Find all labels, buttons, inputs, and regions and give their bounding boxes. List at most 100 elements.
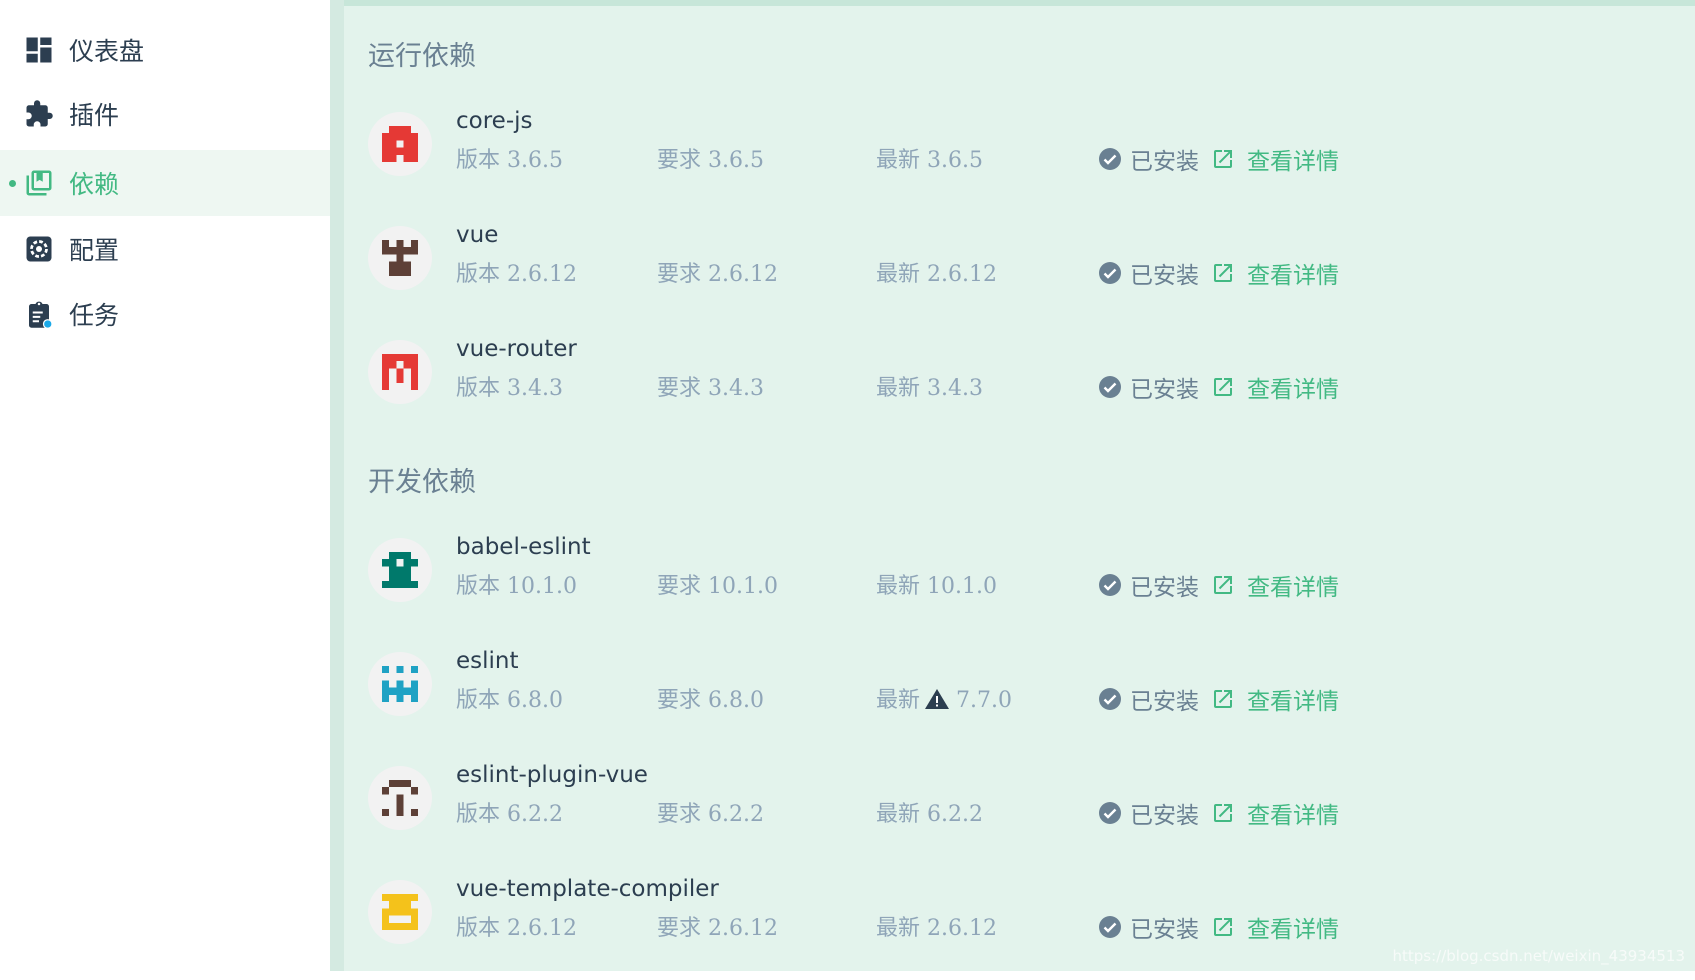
latest-version: 最新 2.6.12 [876,916,997,941]
check-circle-icon [1099,262,1121,284]
latest-version: 最新 10.1.0 [876,574,997,599]
package-avatar [368,538,432,602]
package-name: vue-router [456,336,577,362]
check-circle-icon [1099,148,1121,170]
view-details-link[interactable]: 查看详情 [1247,682,1339,716]
external-link-icon[interactable] [1211,147,1235,171]
dashboard-icon [26,37,52,63]
identicon-icon [382,666,418,702]
package-name: eslint-plugin-vue [456,762,648,788]
identicon-icon [382,126,418,162]
view-details-link[interactable]: 查看详情 [1247,568,1339,602]
package-avatar [368,226,432,290]
sidebar-item-config[interactable]: 配置 [0,216,330,282]
sidebar-item-label: 仪表盘 [69,37,145,66]
view-details-link[interactable]: 查看详情 [1247,910,1339,944]
check-circle-icon [1099,376,1121,398]
dependency-row-vue-template-compiler: vue-template-compiler 版本 2.6.12 要求 2.6.1… [344,876,1695,980]
check-circle-icon [1099,574,1121,596]
section-title-runtime: 运行依赖 [368,41,476,72]
latest-version: 最新 2.6.12 [876,262,997,287]
dependency-row-vue: vue 版本 2.6.12 要求 2.6.12 最新 2.6.12 已安装 查看… [344,222,1695,326]
watermark: https://blog.csdn.net/weixin_43934513 [1392,947,1685,965]
latest-version: 最新 7.7.0 [876,688,1012,713]
latest-version: 最新 3.4.3 [876,376,983,401]
identicon-icon [382,780,418,816]
required-version: 要求 6.2.2 [657,802,764,827]
package-name: core-js [456,108,533,134]
installed-version: 版本 2.6.12 [456,262,577,287]
install-status: 已安装 查看详情 [1098,796,1339,830]
required-version: 要求 10.1.0 [657,574,778,599]
view-details-link[interactable]: 查看详情 [1247,796,1339,830]
identicon-icon [382,354,418,390]
sidebar-item-label: 配置 [69,236,120,265]
external-link-icon[interactable] [1211,375,1235,399]
library-books-icon [26,170,52,196]
installed-version: 版本 2.6.12 [456,916,577,941]
required-version: 要求 6.8.0 [657,688,764,713]
dependency-row-eslint-plugin-vue: eslint-plugin-vue 版本 6.2.2 要求 6.2.2 最新 6… [344,762,1695,866]
installed-version: 版本 3.6.5 [456,148,563,173]
identicon-icon [382,240,418,276]
package-avatar [368,112,432,176]
latest-version: 最新 6.2.2 [876,802,983,827]
view-details-link[interactable]: 查看详情 [1247,256,1339,290]
required-version: 要求 3.6.5 [657,148,764,173]
identicon-icon [382,894,418,930]
install-status: 已安装 查看详情 [1098,682,1339,716]
package-avatar [368,766,432,830]
view-details-link[interactable]: 查看详情 [1247,370,1339,404]
check-circle-icon [1099,688,1121,710]
check-circle-icon [1099,802,1121,824]
install-status: 已安装 查看详情 [1098,568,1339,602]
external-link-icon[interactable] [1211,687,1235,711]
clipboard-task-icon [29,301,53,329]
sidebar-item-dashboard[interactable]: 仪表盘 [0,17,330,83]
installed-version: 版本 3.4.3 [456,376,563,401]
external-link-icon[interactable] [1211,801,1235,825]
installed-version: 版本 6.2.2 [456,802,563,827]
view-details-link[interactable]: 查看详情 [1247,142,1339,176]
identicon-icon [382,552,418,588]
check-circle-icon [1099,916,1121,938]
sidebar-item-tasks[interactable]: 任务 [0,281,330,347]
install-status: 已安装 查看详情 [1098,142,1339,176]
install-status: 已安装 查看详情 [1098,370,1339,404]
latest-version: 最新 3.6.5 [876,148,983,173]
sidebar-divider [330,0,344,971]
external-link-icon[interactable] [1211,915,1235,939]
package-avatar [368,880,432,944]
package-name: eslint [456,648,519,674]
dependency-row-babel-eslint: babel-eslint 版本 10.1.0 要求 10.1.0 最新 10.1… [344,534,1695,638]
section-title-dev: 开发依赖 [368,467,476,498]
install-status: 已安装 查看详情 [1098,910,1339,944]
gear-icon [26,236,52,262]
dependency-row-eslint: eslint 版本 6.8.0 要求 6.8.0 最新 7.7.0 已安装 查看详… [344,648,1695,752]
package-name: vue-template-compiler [456,876,719,902]
puzzle-icon [26,100,53,127]
panel-top-strip [344,0,1695,6]
installed-version: 版本 10.1.0 [456,574,577,599]
package-name: vue [456,222,499,248]
required-version: 要求 2.6.12 [657,262,778,287]
install-status: 已安装 查看详情 [1098,256,1339,290]
sidebar-item-dependencies[interactable]: 依赖 [0,150,330,216]
package-avatar [368,340,432,404]
external-link-icon[interactable] [1211,261,1235,285]
sidebar-item-plugins[interactable]: 插件 [0,81,330,147]
required-version: 要求 3.4.3 [657,376,764,401]
sidebar-item-label: 任务 [69,301,120,330]
dependency-row-core-js: core-js 版本 3.6.5 要求 3.6.5 最新 3.6.5 已安装 查… [344,108,1695,212]
package-name: babel-eslint [456,534,591,560]
required-version: 要求 2.6.12 [657,916,778,941]
active-indicator-dot [9,179,16,187]
warning-icon [925,689,950,709]
sidebar-item-label: 依赖 [69,170,120,199]
dependency-row-vue-router: vue-router 版本 3.4.3 要求 3.4.3 最新 3.4.3 已安… [344,336,1695,440]
sidebar-item-label: 插件 [69,101,120,130]
installed-version: 版本 6.8.0 [456,688,563,713]
external-link-icon[interactable] [1211,573,1235,597]
dependencies-panel: 运行依赖 core-js 版本 3.6.5 要求 3.6.5 最新 3.6.5 … [344,0,1695,971]
package-avatar [368,652,432,716]
